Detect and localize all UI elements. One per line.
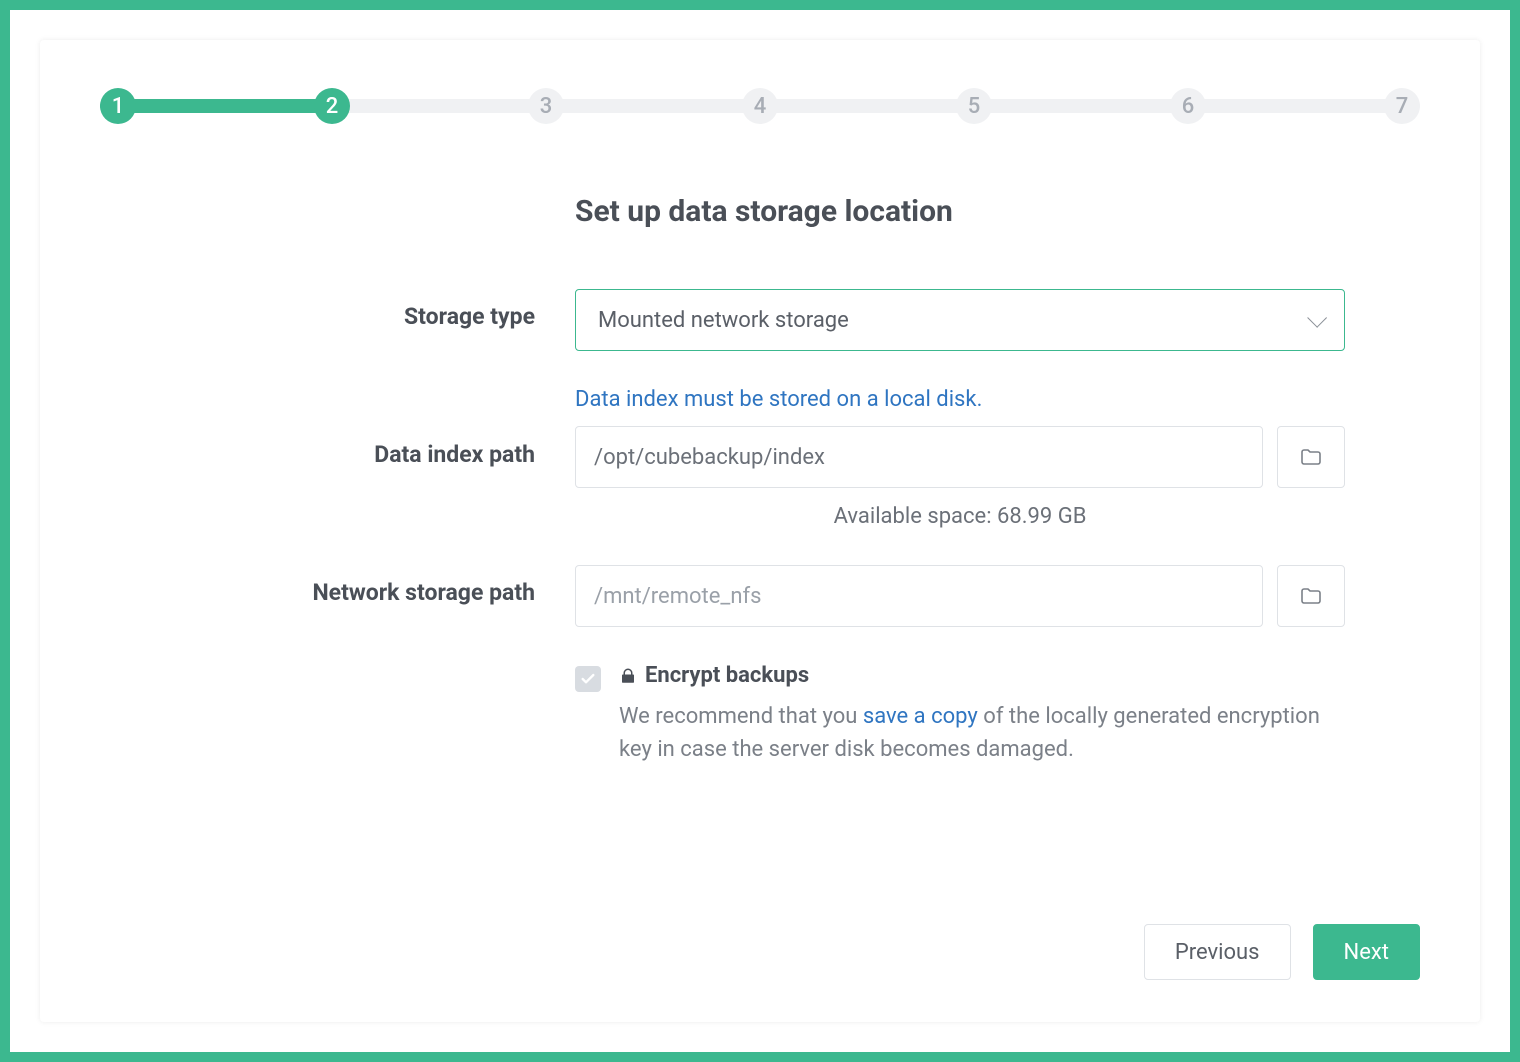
storage-type-value: Mounted network storage (598, 308, 849, 333)
network-path-input-row (575, 565, 1345, 627)
control-col: Data index must be stored on a local dis… (575, 387, 1345, 529)
label-col (100, 663, 575, 677)
network-storage-path-label: Network storage path (312, 579, 535, 606)
page-title: Set up data storage location (575, 194, 1420, 229)
encrypt-description: We recommend that you save a copy of the… (619, 700, 1339, 766)
index-path-input-row (575, 426, 1345, 488)
step-4: 4 (742, 88, 778, 124)
available-space-label: Available space: (834, 504, 992, 529)
step-6: 6 (1170, 88, 1206, 124)
encrypt-desc-pre: We recommend that you (619, 704, 863, 729)
storage-type-select[interactable]: Mounted network storage (575, 289, 1345, 351)
check-icon (580, 671, 596, 687)
control-col (575, 565, 1345, 627)
next-button[interactable]: Next (1313, 924, 1420, 980)
data-index-path-label: Data index path (374, 441, 535, 468)
action-row: Previous Next (1144, 924, 1420, 980)
row-data-index-path: Data index path Data index must be store… (100, 387, 1420, 529)
save-a-copy-link[interactable]: save a copy (863, 704, 978, 729)
available-space: Available space: 68.99 GB (575, 504, 1345, 529)
available-space-value: 68.99 GB (997, 504, 1086, 529)
step-1[interactable]: 1 (100, 88, 136, 124)
encrypt-row: Encrypt backups We recommend that you sa… (575, 663, 1345, 766)
step-3: 3 (528, 88, 564, 124)
label-col: Data index path (100, 387, 575, 468)
lock-icon (619, 667, 637, 685)
folder-icon (1299, 584, 1323, 608)
previous-button[interactable]: Previous (1144, 924, 1291, 980)
encrypt-label: Encrypt backups (645, 663, 809, 688)
control-col: Encrypt backups We recommend that you sa… (575, 663, 1345, 766)
data-index-path-input[interactable] (575, 426, 1263, 488)
label-col: Network storage path (100, 565, 575, 606)
control-col: Mounted network storage (575, 289, 1345, 351)
network-storage-path-input[interactable] (575, 565, 1263, 627)
row-storage-type: Storage type Mounted network storage (100, 289, 1420, 351)
step-2[interactable]: 2 (314, 88, 350, 124)
folder-icon (1299, 445, 1323, 469)
encrypt-label-line: Encrypt backups (619, 663, 1339, 688)
row-network-storage-path: Network storage path (100, 565, 1420, 627)
chevron-down-icon (1307, 308, 1327, 328)
browse-index-path-button[interactable] (1277, 426, 1345, 488)
label-col: Storage type (100, 289, 575, 330)
app-frame: 1 2 3 4 5 6 7 Set up data storage locati… (0, 0, 1520, 1062)
wizard-card: 1 2 3 4 5 6 7 Set up data storage locati… (40, 40, 1480, 1022)
row-encrypt-backups: Encrypt backups We recommend that you sa… (100, 663, 1420, 766)
encrypt-text: Encrypt backups We recommend that you sa… (619, 663, 1339, 766)
browse-network-path-button[interactable] (1277, 565, 1345, 627)
step-7: 7 (1384, 88, 1420, 124)
encrypt-checkbox[interactable] (575, 666, 601, 692)
index-path-helper: Data index must be stored on a local dis… (575, 387, 1345, 412)
step-5: 5 (956, 88, 992, 124)
storage-type-label: Storage type (404, 303, 535, 330)
stepper: 1 2 3 4 5 6 7 (100, 88, 1420, 124)
